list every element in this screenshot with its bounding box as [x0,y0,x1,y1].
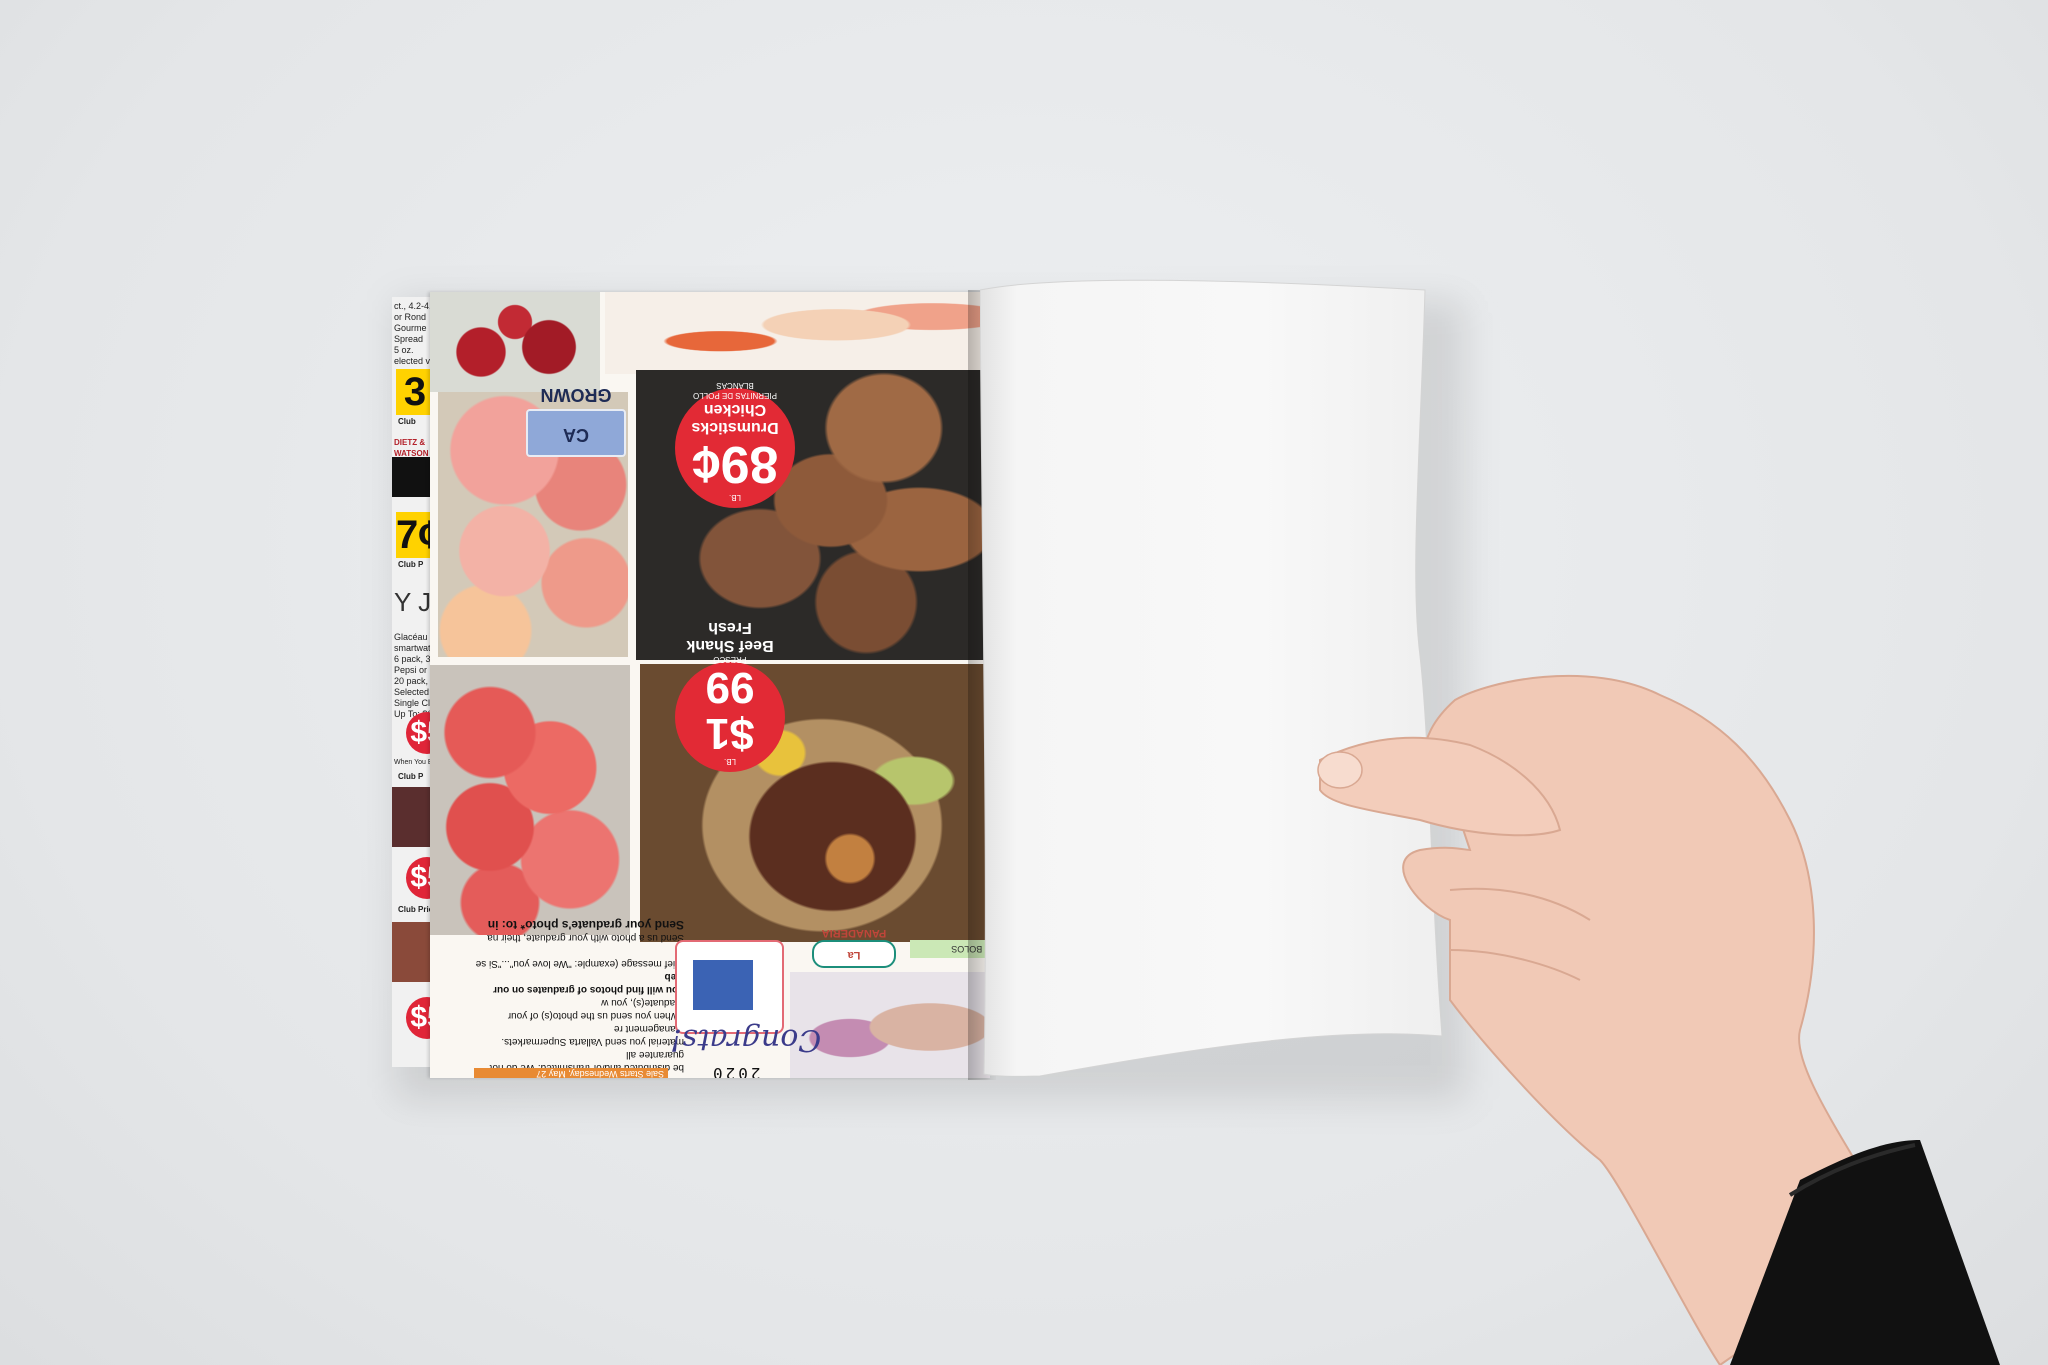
beef-price-badge: LB. $1 99 FRESCO Beef Shank Fresh [675,619,785,772]
badge-price: $1 99 [705,663,755,758]
ca-grown-sticker: CA GROWN [526,385,626,457]
club-label: Club P [398,560,424,569]
badge-spanish: FRESCO [713,655,747,664]
hand-holding-page [1317,674,2000,1365]
year-label: 2020 [710,1064,761,1078]
price-tag: 7¢ [396,512,441,558]
panaderia-logo: La PANADERIA [812,927,896,968]
badge-name: Fresh [708,619,752,636]
badge-name: Beef Shank [686,637,774,654]
graduate-promo-text: be distributed and/or transmitted. We do… [474,918,684,1074]
front-flyer-page: CA GROWN LB. 89¢ Drumsticks Chicken PIER… [430,292,990,1078]
sale-banner: Sale Starts Wednesday, May 27 [474,1068,668,1078]
promo-line: *When you send us the photo(s) of your g… [507,997,684,1021]
cake-image [693,960,753,1010]
club-label: Club P [398,772,424,781]
promo-line: Send us a photo with your graduate, thei… [487,932,684,943]
price-tag: 3 [396,369,434,415]
badge-price: 89¢ [691,435,779,493]
shrimp-photo [605,292,990,374]
congrats-heading: Congrats! [670,1022,822,1057]
cake-photo [675,940,784,1034]
badge-spanish: PIERNITAS DE POLLO BLANCAS [693,381,777,400]
tomatoes-photo [430,665,630,935]
promo-line: You will find photos of graduates on our… [493,971,684,995]
promo-heading: Send your graduate's photo* to: in [487,918,684,932]
club-label: Club [398,417,416,426]
badge-unit: LB. [729,493,742,502]
badge-name: Drumsticks [691,419,779,436]
badge-name: Chicken [703,401,767,418]
promo-line: brief message (example: "We love you"...… [475,945,684,969]
chicken-price-badge: LB. 89¢ Drumsticks Chicken PIERNITAS DE … [675,381,795,508]
photo-scene: ct., 4.2-4.5 oz. or Rond Gourme Spread 5… [0,0,2048,1365]
promo-line: material you send Vallarta Supermarkets.… [501,1023,684,1047]
